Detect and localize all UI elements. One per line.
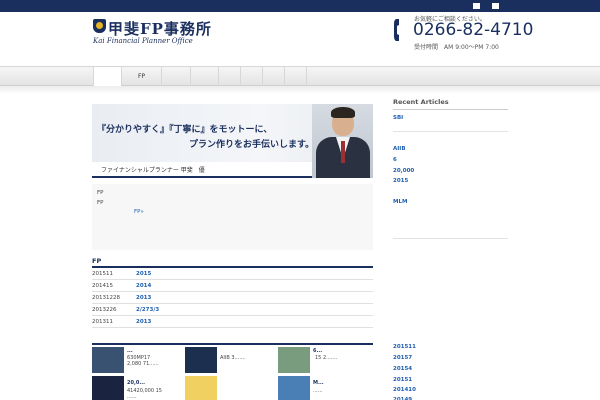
- intro-more-link[interactable]: FP»: [134, 209, 144, 215]
- archive-link[interactable]: 20157: [393, 355, 412, 361]
- banner-caption: ファイナンシャルプランナー 甲斐 優: [101, 167, 205, 174]
- currency-icons-thumb[interactable]: [185, 376, 217, 400]
- news-date: 201511: [92, 271, 113, 277]
- phone-number[interactable]: 0266-82-4710: [413, 20, 533, 40]
- sidebar-divider: [393, 238, 508, 239]
- nav-item-fp[interactable]: FP: [121, 67, 161, 86]
- intro-text-1: FP: [97, 190, 104, 196]
- logo-title[interactable]: 甲斐FP事務所: [108, 18, 212, 39]
- thumb-grid-rule: [92, 343, 373, 345]
- building-photo-thumb[interactable]: [92, 347, 124, 373]
- news-title[interactable]: 2013: [136, 295, 151, 301]
- recent-article-link[interactable]: 2015: [393, 178, 408, 184]
- archive-link[interactable]: 20154: [393, 366, 412, 372]
- aiib-logo-thumb[interactable]: [185, 347, 217, 373]
- news-row[interactable]: 201311 2013: [92, 316, 373, 328]
- sidebar-rule: [393, 109, 508, 110]
- thumb-excerpt: ......: [313, 388, 323, 394]
- thumb-excerpt: 41420,000 15 ......: [127, 388, 162, 400]
- news-title[interactable]: 2013: [136, 319, 151, 325]
- nav-item-4[interactable]: [190, 67, 218, 86]
- banner-headline-2: プラン作りをお手伝いします。: [189, 140, 315, 150]
- nav-item-5[interactable]: [218, 67, 240, 86]
- archive-link[interactable]: 20151: [393, 377, 412, 383]
- thumb-title[interactable]: 20,0...: [127, 380, 145, 386]
- sidebar-title: Recent Articles: [393, 98, 449, 106]
- business-hours: 受付時間 AM 9:00～PM 7:00: [414, 44, 499, 51]
- recent-article-link[interactable]: MLM: [393, 199, 407, 205]
- phone-icon: [394, 19, 399, 41]
- intro-text-2: FP: [97, 200, 104, 206]
- recent-article-link[interactable]: AIIB: [393, 146, 406, 152]
- logo-subtitle: Kai Financial Planner Office: [93, 37, 193, 45]
- hero-banner: 『分かりやすく』『丁寧に』をモットーに、 プラン作りをお手伝いします。 ファイナ…: [92, 104, 373, 178]
- nav-item-6[interactable]: [240, 67, 262, 86]
- recent-article-link[interactable]: SBI: [393, 115, 403, 121]
- news-section-title: FP: [92, 257, 102, 265]
- nav-item-7[interactable]: [262, 67, 284, 86]
- nav-item-home[interactable]: [93, 67, 121, 86]
- dollar-bills-thumb[interactable]: [278, 347, 310, 373]
- top-bar: [0, 0, 600, 12]
- recent-article-link[interactable]: 20,000: [393, 168, 414, 174]
- nav-shadow: [0, 86, 600, 94]
- archive-link[interactable]: 201410: [393, 387, 416, 393]
- thumb-title[interactable]: ...: [127, 348, 133, 354]
- thumb-title[interactable]: M...: [313, 380, 324, 386]
- thumb-title[interactable]: 6...: [313, 348, 322, 354]
- news-row[interactable]: 20131228 2013: [92, 292, 373, 304]
- mail-icon[interactable]: [473, 3, 480, 9]
- globe-photo-thumb[interactable]: [278, 376, 310, 400]
- planner-photo: [312, 104, 373, 178]
- news-date: 2013226: [92, 307, 117, 313]
- banner-headline-1: 『分かりやすく』『丁寧に』をモットーに、: [97, 125, 273, 135]
- news-row[interactable]: 201415 2014: [92, 280, 373, 292]
- rss-icon[interactable]: [492, 3, 499, 9]
- news-row[interactable]: 2013226 2/273/3: [92, 304, 373, 316]
- thumb-excerpt: 15 2.......: [315, 355, 338, 361]
- intro-box: [92, 184, 373, 250]
- archive-link[interactable]: 201511: [393, 344, 416, 350]
- thumb-excerpt: 630MP17 2,080 71......: [127, 355, 159, 367]
- news-title[interactable]: 2/273/3: [136, 307, 159, 313]
- recent-article-link[interactable]: 6: [393, 157, 397, 163]
- nav-item-3[interactable]: [161, 67, 190, 86]
- thumb-excerpt: AIIB 3.......: [220, 355, 246, 361]
- news-date: 201415: [92, 283, 113, 289]
- night-city-thumb[interactable]: [92, 376, 124, 400]
- sidebar-divider: [393, 131, 508, 132]
- news-row[interactable]: 201511 2015: [92, 268, 373, 280]
- news-date: 20131228: [92, 295, 120, 301]
- news-title[interactable]: 2015: [136, 271, 151, 277]
- news-title[interactable]: 2014: [136, 283, 151, 289]
- main-nav: FP: [0, 66, 600, 86]
- news-date: 201311: [92, 319, 113, 325]
- logo-icon[interactable]: [93, 19, 106, 33]
- nav-item-8[interactable]: [284, 67, 307, 86]
